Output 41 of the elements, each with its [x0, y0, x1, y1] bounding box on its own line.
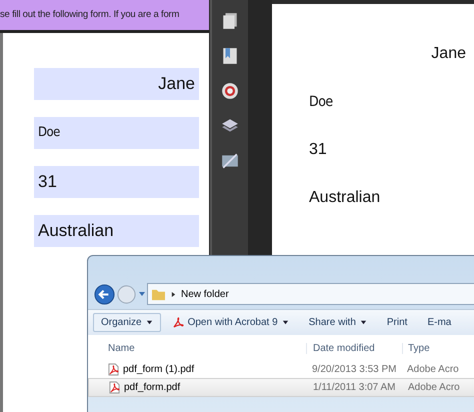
address-bar[interactable]: New folder — [147, 283, 474, 305]
folder-path: New folder — [181, 288, 229, 300]
pdf-file-icon — [109, 381, 120, 394]
signature-icon[interactable] — [221, 152, 239, 170]
banner-text: se fill out the following form. If you are a form — [0, 0, 209, 33]
file-date: 9/20/2013 3:53 PM — [311, 364, 398, 375]
file-row[interactable]: pdf_form (1).pdf 9/20/2013 3:53 PM Adobe Acro — [88, 361, 474, 378]
caret-icon[interactable] — [138, 290, 146, 298]
pages-icon[interactable] — [221, 12, 239, 30]
toolbar-button[interactable]: Print — [378, 313, 416, 332]
form-field[interactable]: Jane — [34, 68, 199, 100]
toolbar-button[interactable]: Organize — [93, 313, 161, 332]
page-text: Australian — [309, 188, 382, 208]
form-field[interactable]: 31 — [34, 166, 199, 198]
file-type: Adobe Acro — [407, 382, 460, 393]
page-text: Jane — [430, 44, 466, 64]
form-field[interactable]: Australian — [34, 215, 199, 247]
caret-icon — [360, 319, 367, 326]
file-name: pdf_form (1).pdf — [123, 364, 194, 375]
bookmark-icon[interactable] — [221, 47, 239, 65]
toolbar-button[interactable]: Share with — [300, 313, 375, 332]
pdf-file-icon — [108, 363, 119, 376]
page-text: Doe — [309, 93, 334, 112]
caret-icon — [146, 319, 153, 326]
file-type: Adobe Acro — [406, 364, 459, 375]
file-name: pdf_form.pdf — [124, 382, 180, 393]
folder-icon — [151, 288, 166, 300]
back-icon[interactable] — [94, 284, 115, 304]
file-date: 1/11/2011 3:07 AM — [312, 382, 396, 393]
form-field[interactable]: Doe — [34, 117, 199, 149]
toolbar-button[interactable]: E-ma — [419, 313, 460, 332]
page-text: 31 — [309, 140, 328, 160]
column-header[interactable]: Name — [88, 342, 306, 354]
pdf-icon — [172, 317, 184, 328]
target-icon[interactable] — [221, 82, 239, 100]
column-header[interactable]: Date modified — [306, 342, 402, 354]
file-row[interactable]: pdf_form.pdf 1/11/2011 3:07 AM Adobe Acro — [88, 378, 474, 397]
column-header[interactable]: Type — [402, 342, 430, 354]
chevron-icon — [171, 290, 176, 298]
toolbar-button[interactable]: Open with Acrobat 9 — [164, 313, 297, 332]
caret-icon — [282, 319, 289, 326]
